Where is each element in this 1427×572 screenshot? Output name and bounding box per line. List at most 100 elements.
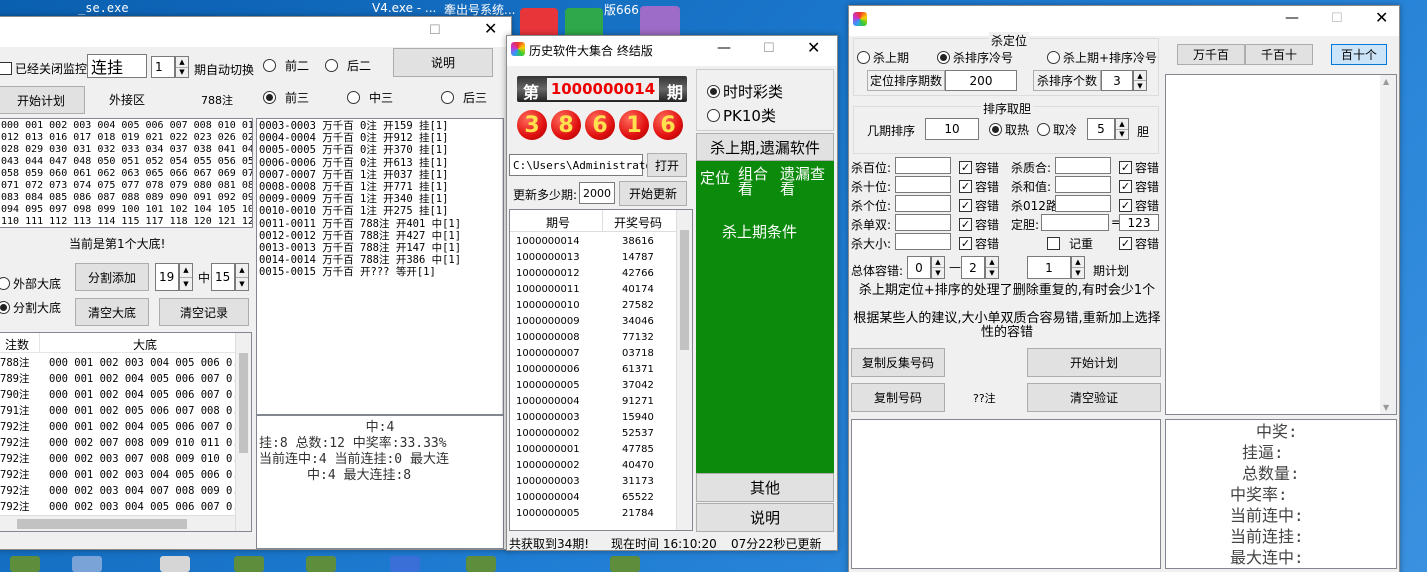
desktop-label-2[interactable]: V4.exe - ... — [372, 1, 436, 15]
close-icon[interactable]: ✕ — [1375, 8, 1388, 27]
plan-count-spinner[interactable]: ▲ ▼ — [1071, 256, 1085, 279]
tolerance-checkbox[interactable]: ✓ 容错 — [959, 197, 999, 214]
radio-back3[interactable]: 后三 — [441, 89, 487, 106]
table-row[interactable]: 1000000006 61371 — [510, 362, 678, 378]
taskbar-icon[interactable] — [610, 556, 640, 572]
table-row[interactable]: 1000000004 91271 — [510, 394, 678, 410]
tolerance-checkbox[interactable]: ✓ 容错 — [1119, 197, 1159, 214]
table-row[interactable]: 1000000011 40174 — [510, 282, 678, 298]
table-row[interactable]: 1000000005 37042 — [510, 378, 678, 394]
kill-row-input[interactable] — [895, 214, 951, 231]
qbs-button[interactable]: 千百十 — [1245, 44, 1313, 65]
clear-records-button[interactable]: 清空记录 — [159, 298, 249, 326]
desktop-label-1[interactable]: _se.exe — [78, 1, 129, 15]
jiqi-input[interactable]: 10 — [925, 118, 979, 140]
tol-b-spinner[interactable]: ▲ ▼ — [985, 256, 999, 279]
taskbar-icon[interactable] — [234, 556, 264, 572]
table-row[interactable]: 1000000014 38616 — [510, 234, 678, 250]
table-row[interactable]: 1000000013 14787 — [510, 250, 678, 266]
start-update-button[interactable]: 开始更新 — [619, 181, 687, 206]
sort-period-input[interactable]: 200 — [945, 70, 1017, 91]
copy-reverse-button[interactable]: 复制反集号码 — [851, 348, 945, 377]
table-row[interactable]: 1000000001 47785 — [510, 442, 678, 458]
minimize-icon[interactable]: — — [1285, 10, 1299, 26]
start-plan-button[interactable]: 开始计划 — [0, 86, 85, 114]
table-row[interactable]: 791注 000 001 002 005 006 007 008 0... — [0, 403, 251, 419]
dan-value-input[interactable]: 123 — [1119, 214, 1159, 231]
radio-cold[interactable]: 取冷 — [1037, 121, 1077, 138]
tolerance-checkbox[interactable]: ✓ 容错 — [959, 159, 999, 176]
radio-external-base[interactable]: 外部大底 — [0, 275, 61, 292]
kill-row-input[interactable] — [1055, 157, 1111, 174]
header-number[interactable]: 开奖号码 — [614, 214, 662, 231]
radio-kill-sort[interactable]: 杀排序冷号 — [937, 49, 1013, 66]
kill-row-input[interactable] — [895, 233, 951, 250]
copy-numbers-button[interactable]: 复制号码 — [851, 383, 945, 412]
taskbar-icon[interactable] — [10, 556, 40, 572]
table-row[interactable]: 792注 000 002 003 004 005 006 007 0... — [0, 499, 251, 515]
tolerance-checkbox[interactable]: ✓ 容错 — [1119, 235, 1159, 252]
clear-verify-button[interactable]: 清空验证 — [1027, 383, 1161, 412]
tab-combination[interactable]: 组合看 — [738, 167, 774, 197]
tolerance-checkbox[interactable]: ✓ 容错 — [959, 235, 999, 252]
result-scrollbar[interactable]: ▲ ▼ — [1380, 75, 1396, 414]
result-list[interactable]: ▲ ▼ — [1165, 74, 1397, 415]
base-table[interactable]: 注数 大底 788注 000 001 002 003 004 005 006 0.… — [0, 332, 252, 532]
header-bets[interactable]: 注数 — [5, 336, 29, 353]
table-row[interactable]: 1000000004 65522 — [510, 490, 678, 506]
minimize-icon[interactable]: — — [717, 40, 731, 56]
dan-count-spinner[interactable]: ▲ ▼ — [1115, 118, 1129, 140]
table-row[interactable]: 790注000 001 002 004 005 006 007 0... — [0, 531, 235, 532]
taskbar-icon[interactable] — [306, 556, 336, 572]
radio-time-lottery[interactable]: 时时彩类 — [707, 81, 783, 102]
close-icon[interactable]: ✕ — [807, 38, 820, 57]
bsg-button[interactable]: 百十个 — [1331, 44, 1387, 65]
taskbar-icon[interactable] — [466, 556, 496, 572]
table-row[interactable]: 792注 000 002 003 004 007 008 009 0... — [0, 483, 251, 499]
table-row[interactable]: 792注 000 002 007 008 009 010 011 0... — [0, 435, 251, 451]
table-scrollbar[interactable] — [235, 333, 251, 531]
tolerance-checkbox[interactable]: ✓ 容错 — [959, 178, 999, 195]
remember-checkbox[interactable]: 记重 — [1047, 235, 1093, 252]
split-b-spinner[interactable]: ▲ ▼ — [235, 263, 249, 291]
taskbar-zip-icon[interactable] — [72, 556, 102, 572]
desktop-app-icon[interactable] — [520, 8, 558, 38]
maximize-icon[interactable]: ☐ — [429, 23, 441, 38]
close-icon[interactable]: ✕ — [484, 19, 497, 38]
table-row[interactable]: 1000000002 40470 — [510, 458, 678, 474]
table-row[interactable]: 1000000012 42766 — [510, 266, 678, 282]
table-row[interactable]: 1000000009 34046 — [510, 314, 678, 330]
split-a-input[interactable]: 19 — [155, 263, 179, 291]
open-button[interactable]: 打开 — [647, 153, 687, 177]
radio-split-base[interactable]: 分割大底 — [0, 299, 61, 316]
count-input[interactable]: 1 — [151, 56, 175, 78]
kill-row-input[interactable] — [895, 157, 951, 174]
tolerance-checkbox[interactable]: ✓ 容错 — [959, 216, 999, 233]
table-row[interactable]: 1000000002 52537 — [510, 426, 678, 442]
start-plan-button[interactable]: 开始计划 — [1027, 348, 1161, 377]
dan-count-input[interactable]: 5 — [1087, 118, 1115, 140]
tab-position[interactable]: 定位 — [700, 167, 730, 188]
table-row[interactable]: 788注 000 001 002 003 004 005 006 0... — [0, 355, 251, 371]
update-count-input[interactable]: 2000 — [579, 182, 615, 204]
radio-front3[interactable]: 前三 — [263, 89, 309, 106]
help-button[interactable]: 说明 — [696, 503, 834, 532]
tolerance-checkbox[interactable]: ✓ 容错 — [1119, 178, 1159, 195]
table-row[interactable]: 1000000003 31173 — [510, 474, 678, 490]
table-row[interactable]: 792注 000 001 002 003 004 005 006 0... — [0, 467, 251, 483]
taskbar-icon[interactable] — [160, 556, 190, 572]
result-log[interactable]: 0003-0003 万千百 0注 开159 挂[1] 0004-0004 万千百 … — [256, 118, 504, 415]
radio-pk10[interactable]: PK10类 — [707, 105, 776, 126]
help-button[interactable]: 说明 — [393, 48, 493, 77]
mode-select[interactable]: 连挂 — [87, 54, 147, 78]
monitor-checkbox[interactable]: 已经关闭监控 — [0, 60, 87, 77]
kill-row-input[interactable] — [1055, 176, 1111, 193]
maximize-icon[interactable]: ☐ — [763, 41, 775, 56]
radio-back2[interactable]: 后二 — [325, 57, 371, 74]
split-a-spinner[interactable]: ▲ ▼ — [179, 263, 193, 291]
dan-input[interactable] — [1041, 214, 1109, 231]
kill-row-input[interactable] — [1055, 195, 1111, 212]
table-row[interactable]: 1000000003 15940 — [510, 410, 678, 426]
table-row[interactable]: 1000000008 77132 — [510, 330, 678, 346]
other-button[interactable]: 其他 — [696, 473, 834, 502]
